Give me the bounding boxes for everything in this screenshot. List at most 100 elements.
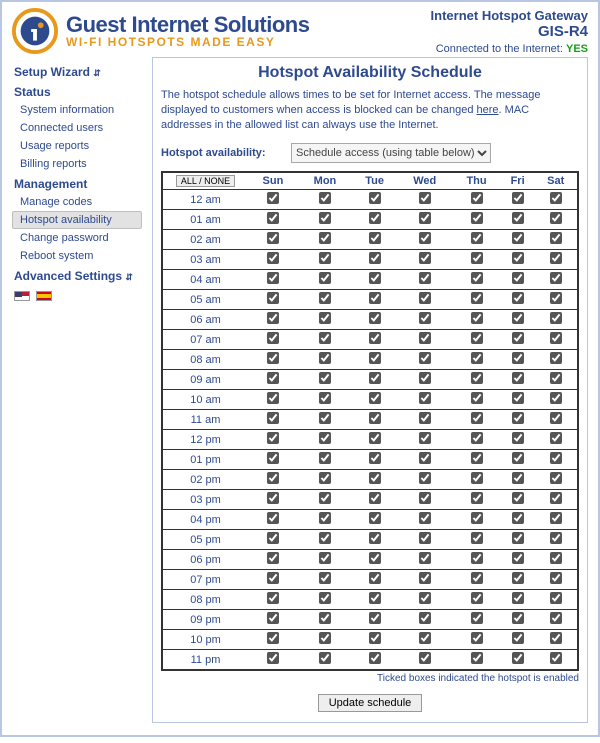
schedule-checkbox[interactable] (512, 532, 524, 544)
schedule-checkbox[interactable] (267, 412, 279, 424)
schedule-checkbox[interactable] (267, 492, 279, 504)
schedule-checkbox[interactable] (319, 232, 331, 244)
schedule-checkbox[interactable] (550, 272, 562, 284)
schedule-checkbox[interactable] (319, 552, 331, 564)
schedule-checkbox[interactable] (369, 552, 381, 564)
schedule-checkbox[interactable] (550, 252, 562, 264)
schedule-checkbox[interactable] (267, 272, 279, 284)
schedule-checkbox[interactable] (550, 452, 562, 464)
schedule-checkbox[interactable] (369, 332, 381, 344)
schedule-checkbox[interactable] (319, 412, 331, 424)
schedule-checkbox[interactable] (369, 212, 381, 224)
schedule-checkbox[interactable] (319, 292, 331, 304)
schedule-checkbox[interactable] (512, 632, 524, 644)
schedule-checkbox[interactable] (550, 552, 562, 564)
schedule-checkbox[interactable] (419, 412, 431, 424)
schedule-checkbox[interactable] (419, 432, 431, 444)
schedule-checkbox[interactable] (369, 372, 381, 384)
schedule-checkbox[interactable] (419, 552, 431, 564)
schedule-checkbox[interactable] (419, 492, 431, 504)
schedule-checkbox[interactable] (471, 592, 483, 604)
schedule-checkbox[interactable] (267, 432, 279, 444)
schedule-checkbox[interactable] (419, 452, 431, 464)
update-schedule-button[interactable]: Update schedule (318, 694, 423, 712)
schedule-checkbox[interactable] (319, 332, 331, 344)
schedule-checkbox[interactable] (512, 472, 524, 484)
schedule-checkbox[interactable] (512, 652, 524, 664)
schedule-checkbox[interactable] (419, 612, 431, 624)
schedule-checkbox[interactable] (267, 512, 279, 524)
schedule-checkbox[interactable] (319, 392, 331, 404)
flag-es-icon[interactable] (36, 291, 52, 301)
schedule-checkbox[interactable] (369, 192, 381, 204)
schedule-checkbox[interactable] (419, 352, 431, 364)
schedule-checkbox[interactable] (512, 312, 524, 324)
schedule-checkbox[interactable] (267, 612, 279, 624)
schedule-checkbox[interactable] (369, 252, 381, 264)
schedule-checkbox[interactable] (550, 312, 562, 324)
schedule-checkbox[interactable] (319, 372, 331, 384)
nav-system-information[interactable]: System information (12, 101, 142, 119)
schedule-checkbox[interactable] (267, 472, 279, 484)
schedule-checkbox[interactable] (512, 232, 524, 244)
schedule-checkbox[interactable] (319, 212, 331, 224)
schedule-checkbox[interactable] (369, 492, 381, 504)
schedule-checkbox[interactable] (471, 572, 483, 584)
nav-connected-users[interactable]: Connected users (12, 119, 142, 137)
schedule-checkbox[interactable] (319, 472, 331, 484)
schedule-checkbox[interactable] (319, 312, 331, 324)
schedule-checkbox[interactable] (512, 552, 524, 564)
availability-select[interactable]: Schedule access (using table below) (291, 143, 491, 163)
schedule-checkbox[interactable] (419, 212, 431, 224)
schedule-checkbox[interactable] (319, 532, 331, 544)
schedule-checkbox[interactable] (267, 292, 279, 304)
schedule-checkbox[interactable] (369, 572, 381, 584)
schedule-checkbox[interactable] (550, 332, 562, 344)
schedule-checkbox[interactable] (471, 272, 483, 284)
schedule-checkbox[interactable] (267, 312, 279, 324)
schedule-checkbox[interactable] (419, 592, 431, 604)
schedule-checkbox[interactable] (550, 652, 562, 664)
schedule-checkbox[interactable] (369, 412, 381, 424)
schedule-checkbox[interactable] (550, 212, 562, 224)
schedule-checkbox[interactable] (267, 232, 279, 244)
schedule-checkbox[interactable] (369, 232, 381, 244)
schedule-checkbox[interactable] (419, 372, 431, 384)
schedule-checkbox[interactable] (471, 192, 483, 204)
schedule-checkbox[interactable] (512, 192, 524, 204)
schedule-checkbox[interactable] (512, 612, 524, 624)
schedule-checkbox[interactable] (471, 292, 483, 304)
schedule-checkbox[interactable] (369, 632, 381, 644)
schedule-checkbox[interactable] (512, 272, 524, 284)
schedule-checkbox[interactable] (550, 612, 562, 624)
schedule-checkbox[interactable] (512, 352, 524, 364)
schedule-checkbox[interactable] (471, 512, 483, 524)
schedule-checkbox[interactable] (267, 372, 279, 384)
schedule-checkbox[interactable] (319, 612, 331, 624)
schedule-checkbox[interactable] (471, 252, 483, 264)
nav-manage-codes[interactable]: Manage codes (12, 193, 142, 211)
schedule-checkbox[interactable] (512, 392, 524, 404)
schedule-checkbox[interactable] (471, 212, 483, 224)
schedule-checkbox[interactable] (267, 632, 279, 644)
schedule-checkbox[interactable] (550, 412, 562, 424)
schedule-checkbox[interactable] (512, 372, 524, 384)
nav-change-password[interactable]: Change password (12, 229, 142, 247)
schedule-checkbox[interactable] (512, 332, 524, 344)
schedule-checkbox[interactable] (267, 572, 279, 584)
schedule-checkbox[interactable] (369, 512, 381, 524)
schedule-checkbox[interactable] (319, 252, 331, 264)
schedule-checkbox[interactable] (319, 192, 331, 204)
schedule-checkbox[interactable] (369, 392, 381, 404)
schedule-checkbox[interactable] (369, 592, 381, 604)
schedule-checkbox[interactable] (319, 352, 331, 364)
schedule-checkbox[interactable] (471, 552, 483, 564)
nav-status[interactable]: Status (12, 81, 142, 101)
schedule-checkbox[interactable] (512, 432, 524, 444)
schedule-checkbox[interactable] (550, 592, 562, 604)
schedule-checkbox[interactable] (471, 312, 483, 324)
schedule-checkbox[interactable] (319, 632, 331, 644)
schedule-checkbox[interactable] (550, 192, 562, 204)
schedule-checkbox[interactable] (471, 432, 483, 444)
schedule-checkbox[interactable] (419, 472, 431, 484)
